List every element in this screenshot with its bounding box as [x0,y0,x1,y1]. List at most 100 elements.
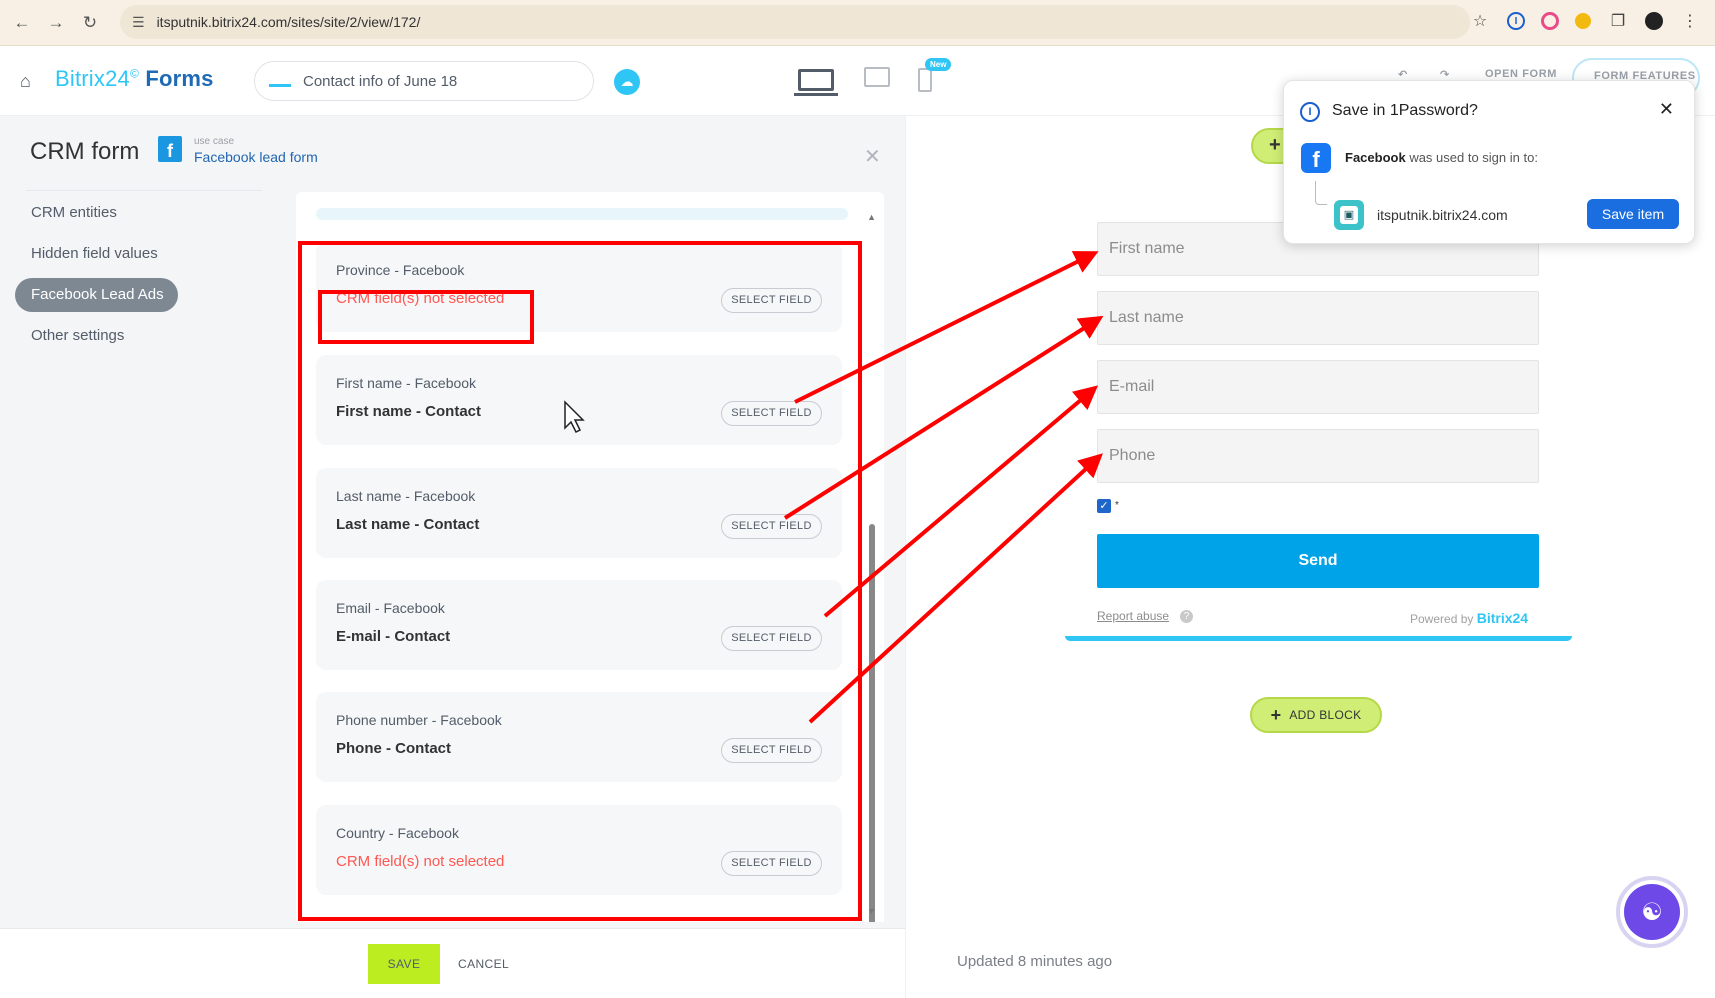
panel-footer: SAVE CANCEL [0,928,905,998]
consent-checkbox[interactable]: ✓ [1097,499,1111,513]
chat-widget-button[interactable]: ☯ [1616,876,1688,948]
facebook-icon: f [158,136,182,162]
report-abuse-link[interactable]: Report abuse [1097,609,1169,623]
facebook-field-name: Phone number - Facebook [336,712,502,728]
color-extension-icon[interactable] [1541,12,1559,30]
onepassword-save-popup: I Save in 1Password? ✕ f Facebook was us… [1283,80,1695,244]
field-mapping-row: Province - Facebook CRM field(s) not sel… [316,242,842,332]
facebook-field-name: Email - Facebook [336,600,445,616]
crm-field-value: Phone - Contact [336,740,451,757]
brand-mark: © [129,66,140,81]
field-mapping-row: First name - Facebook First name - Conta… [316,355,842,445]
site-settings-icon[interactable]: ☰ [132,14,145,31]
scrollbar-thumb[interactable] [869,524,875,922]
select-field-button[interactable]: SELECT FIELD [721,288,822,313]
field-mapping-row: Email - Facebook E-mail - Contact SELECT… [316,580,842,670]
facebook-field-name: First name - Facebook [336,375,477,391]
crm-field-value: Last name - Contact [336,516,480,533]
scroll-down-arrow-icon[interactable]: ▼ [867,906,876,916]
settings-nav: CRM entities Hidden field values Faceboo… [15,196,255,360]
facebook-icon: f [1301,143,1331,173]
brand-suffix: Forms [145,66,214,91]
send-button[interactable]: Send [1097,534,1539,588]
powered-by-brand[interactable]: Bitrix24 [1477,610,1528,626]
profile-avatar[interactable] [1645,12,1663,30]
crm-field-value: First name - Contact [336,403,482,420]
home-icon[interactable]: ⌂ [20,72,38,90]
add-block-label: ADD BLOCK [1289,708,1362,722]
nav-item-hidden-field-values[interactable]: Hidden field values [15,237,255,271]
brand-logo[interactable]: Bitrix24© Forms [55,66,214,92]
save-item-button[interactable]: Save item [1587,199,1679,229]
divider [26,190,262,191]
mobile-view-icon[interactable] [918,68,932,92]
required-mark: * [1115,500,1119,511]
add-block-button[interactable]: + ADD BLOCK [1250,697,1382,733]
field-mapping-row: Phone number - Facebook Phone - Contact … [316,692,842,782]
email-input[interactable]: E-mail [1097,360,1539,414]
address-bar[interactable]: ☰ itsputnik.bitrix24.com/sites/site/2/vi… [120,5,1470,39]
scroll-up-arrow-icon[interactable]: ▲ [867,212,876,222]
select-field-button[interactable]: SELECT FIELD [721,514,822,539]
phone-input[interactable]: Phone [1097,429,1539,483]
close-icon[interactable]: ✕ [864,144,881,169]
field-mapping-list: ▲ ▼ Province - Facebook CRM field(s) not… [296,192,884,922]
select-field-button[interactable]: SELECT FIELD [721,626,822,651]
nav-item-crm-entities[interactable]: CRM entities [15,196,255,230]
select-field-button[interactable]: SELECT FIELD [721,738,822,763]
updated-status: Updated 8 minutes ago [957,953,1113,970]
browser-menu-icon[interactable]: ⋮ [1679,10,1701,32]
used-text: was used to sign in to: [1409,150,1538,165]
sign-in-info: Facebook was used to sign in to: [1345,150,1538,165]
brand-name: Bitrix24 [55,66,130,91]
nav-item-facebook-lead-ads[interactable]: Facebook Lead Ads [15,278,178,312]
crm-field-value: E-mail - Contact [336,628,451,645]
use-case-link[interactable]: Facebook lead form [194,149,318,165]
extensions-puzzle-icon[interactable]: ❐ [1607,10,1629,32]
close-icon[interactable]: ✕ [1659,99,1674,120]
onepassword-extension-icon[interactable]: I [1507,12,1525,30]
powered-by: Powered by Bitrix24 [1410,610,1528,626]
site-domain: itsputnik.bitrix24.com [1377,207,1508,223]
reload-icon[interactable]: ↻ [78,11,102,35]
tablet-view-icon[interactable] [864,67,890,87]
facebook-field-name: Last name - Facebook [336,488,476,504]
desktop-view-icon[interactable] [794,69,838,96]
cancel-button[interactable]: CANCEL [458,957,509,971]
last-name-input[interactable]: Last name [1097,291,1539,345]
select-field-button[interactable]: SELECT FIELD [721,851,822,876]
powered-by-text: Powered by [1410,612,1474,626]
open-form-link[interactable]: OPEN FORM [1485,68,1557,80]
browser-toolbar: ← → ↻ ☰ itsputnik.bitrix24.com/sites/sit… [0,0,1715,46]
form-preview: + First name Last name E-mail Phone ✓ * … [905,116,1715,998]
crm-field-value: CRM field(s) not selected [336,853,505,870]
use-case-label: use case [194,136,235,147]
panel-title: CRM form [30,138,140,165]
onepassword-logo-icon: I [1300,102,1320,122]
cloud-save-icon[interactable]: ☁ [614,69,640,95]
tree-connector [1315,181,1327,205]
form-name-field[interactable]: Contact info of June 18 [254,61,594,101]
popup-title: Save in 1Password? [1332,102,1478,119]
crm-field-value: CRM field(s) not selected [336,290,505,307]
select-field-button[interactable]: SELECT FIELD [721,401,822,426]
field-mapping-row: Last name - Facebook Last name - Contact… [316,468,842,558]
field-mapping-row: Country - Facebook CRM field(s) not sele… [316,805,842,895]
edit-underline-icon [269,83,291,87]
save-button[interactable]: SAVE [368,944,440,984]
facebook-field-name: Country - Facebook [336,825,459,841]
crm-form-panel: CRM form f use case Facebook lead form ✕… [0,116,905,998]
form-bottom-border [1065,636,1572,641]
chat-icon: ☯ [1624,884,1680,940]
list-top-strip [316,208,848,220]
forward-arrow-icon[interactable]: → [44,11,68,35]
facebook-field-name: Province - Facebook [336,262,465,278]
nav-item-other-settings[interactable]: Other settings [15,319,255,353]
form-name-text: Contact info of June 18 [303,72,458,90]
bookmark-star-icon[interactable]: ☆ [1469,10,1491,32]
yellow-extension-icon[interactable] [1575,13,1591,29]
help-icon[interactable]: ? [1180,610,1193,623]
back-arrow-icon[interactable]: ← [10,11,34,35]
site-lock-icon: ▣ [1334,200,1364,230]
url-text: itsputnik.bitrix24.com/sites/site/2/view… [156,14,421,30]
